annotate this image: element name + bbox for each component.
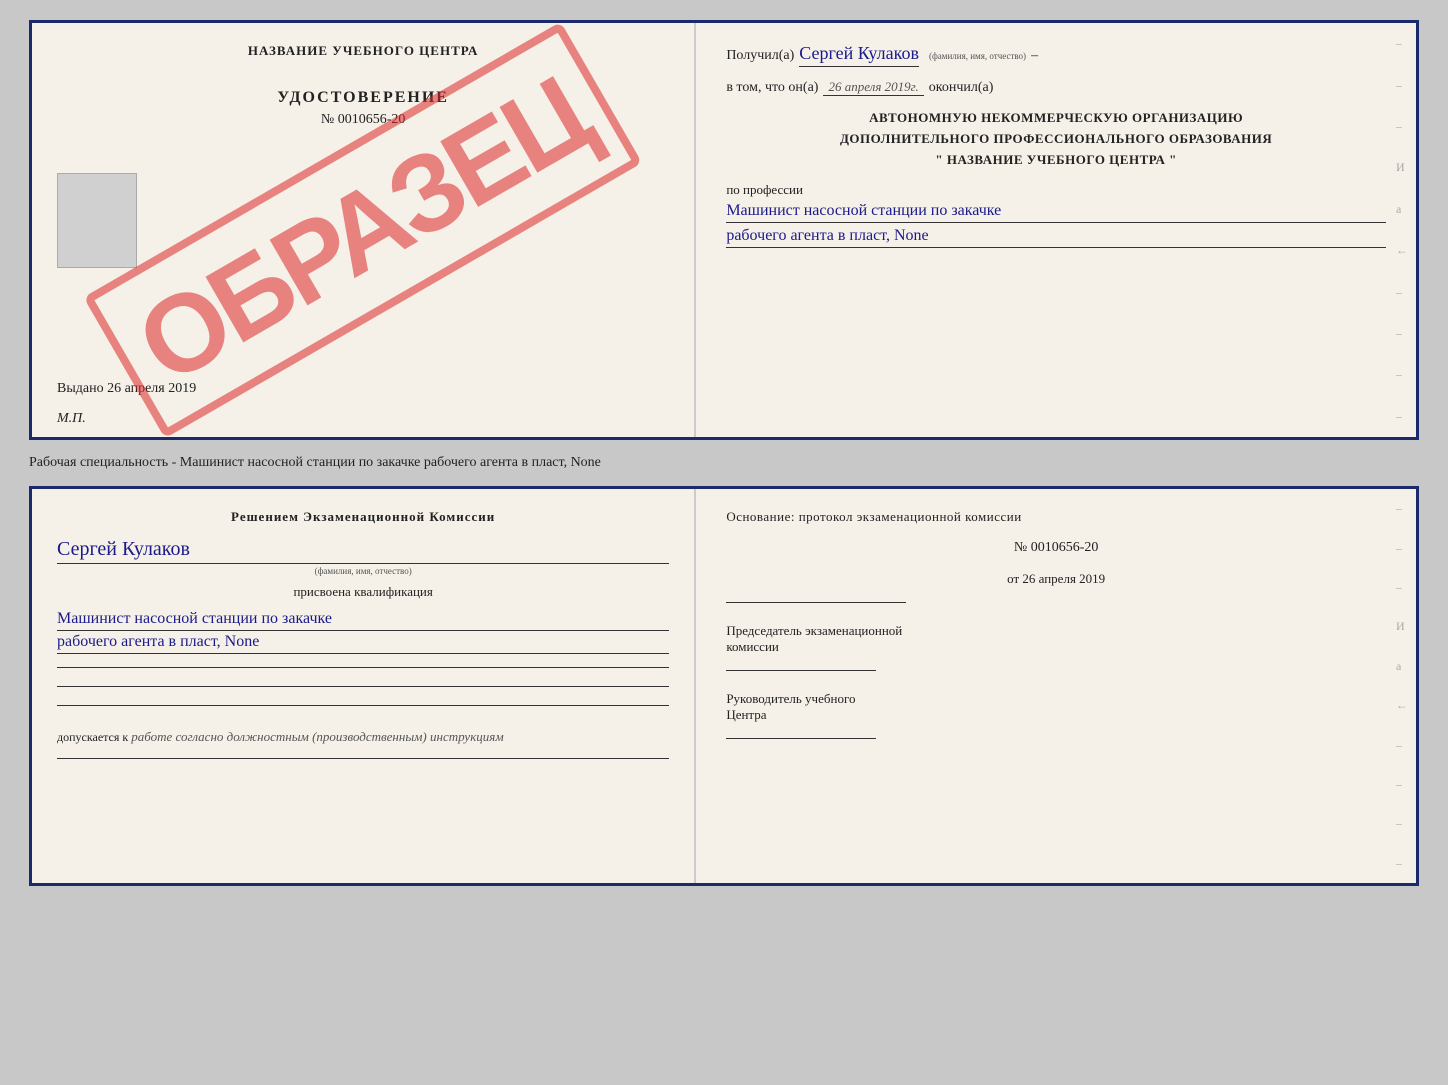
page-container: НАЗВАНИЕ УЧЕБНОГО ЦЕНТРА ОБРАЗЕЦ УДОСТОВ… [20, 20, 1428, 886]
udostoverenie-block: УДОСТОВЕРЕНИЕ № 0010656-20 [277, 89, 449, 128]
fio-hint-top: (фамилия, имя, отчество) [929, 51, 1026, 61]
right-dashes: –––Иа←–––– [1396, 23, 1408, 437]
photo-placeholder [57, 173, 137, 268]
udostoverenie-title: УДОСТОВЕРЕНИЕ [277, 89, 449, 107]
avto-line2: ДОПОЛНИТЕЛЬНОГО ПРОФЕССИОНАЛЬНОГО ОБРАЗО… [726, 129, 1386, 150]
vtom-line: в том, что он(а) 26 апреля 2019г. окончи… [726, 79, 1386, 96]
obrazec-stamp: ОБРАЗЕЦ [84, 22, 643, 439]
profession-line2: рабочего агента в пласт, None [726, 227, 1386, 248]
middle-label: Рабочая специальность - Машинист насосно… [29, 450, 1419, 476]
vydano-line: Выдано 26 апреля 2019 [57, 381, 196, 397]
bottom-left-panel: Решением экзаменационной комиссии Сергей… [32, 489, 696, 883]
top-right-panel: Получил(а) Сергей Кулаков (фамилия, имя,… [696, 23, 1416, 437]
bottom-right-panel: Основание: протокол экзаменационной коми… [696, 489, 1416, 883]
top-center-title: НАЗВАНИЕ УЧЕБНОГО ЦЕНТРА [248, 43, 479, 59]
qual-block: Машинист насосной станции по закачке раб… [57, 608, 669, 654]
ot-date: 26 апреля 2019 [1022, 571, 1105, 586]
ot-label: от [1007, 571, 1019, 586]
predsedatel-line1: Председатель экзаменационной [726, 623, 1386, 639]
top-left-panel: НАЗВАНИЕ УЧЕБНОГО ЦЕНТРА ОБРАЗЕЦ УДОСТОВ… [32, 23, 696, 437]
dopuskaetsya-block: допускается к работе согласно должностны… [57, 729, 669, 745]
separator-line-1 [57, 667, 669, 668]
po-professii-label: по профессии [726, 182, 1386, 198]
profession-line1: Машинист насосной станции по закачке [726, 202, 1386, 223]
separator-line-4 [57, 758, 669, 759]
rukovoditel-sign-line [726, 738, 876, 739]
avto-line3: " НАЗВАНИЕ УЧЕБНОГО ЦЕНТРА " [726, 150, 1386, 171]
avto-line1: АВТОНОМНУЮ НЕКОММЕРЧЕСКУЮ ОРГАНИЗАЦИЮ [726, 108, 1386, 129]
dash-separator: – [1031, 48, 1038, 64]
protokol-number: № 0010656-20 [726, 540, 1386, 556]
protokol-date: от 26 апреля 2019 [726, 571, 1386, 587]
poluchil-prefix: Получил(а) [726, 48, 794, 64]
bottom-name: Сергей Кулаков [57, 538, 669, 564]
bottom-name-block: Сергей Кулаков (фамилия, имя, отчество) [57, 538, 669, 576]
vtom-date: 26 апреля 2019г. [823, 79, 923, 96]
osnovanie-title: Основание: протокол экзаменационной коми… [726, 509, 1386, 525]
rukovoditel-line2: Центра [726, 707, 1386, 723]
dopusk-text: работе согласно должностным (производств… [131, 729, 503, 744]
separator-line-3 [57, 705, 669, 706]
predsedatel-sign-line [726, 670, 876, 671]
nomer-line: № 0010656-20 [277, 112, 449, 128]
qual-line2: рабочего агента в пласт, None [57, 633, 669, 654]
vtom-prefix: в том, что он(а) [726, 80, 818, 96]
rukovoditel-line1: Руководитель учебного [726, 691, 1386, 707]
rukovoditel-block: Руководитель учебного Центра [726, 691, 1386, 739]
reshenie-title: Решением экзаменационной комиссии [57, 509, 669, 525]
dopusk-prefix: допускается к [57, 730, 128, 744]
po-professii-block: по профессии Машинист насосной станции п… [726, 182, 1386, 248]
top-document: НАЗВАНИЕ УЧЕБНОГО ЦЕНТРА ОБРАЗЕЦ УДОСТОВ… [29, 20, 1419, 440]
mp-line: М.П. [57, 411, 86, 427]
bottom-document: Решением экзаменационной комиссии Сергей… [29, 486, 1419, 886]
avto-block: АВТОНОМНУЮ НЕКОММЕРЧЕСКУЮ ОРГАНИЗАЦИЮ ДО… [726, 108, 1386, 170]
qual-line1: Машинист насосной станции по закачке [57, 610, 669, 631]
poluchil-line: Получил(а) Сергей Кулаков (фамилия, имя,… [726, 43, 1386, 67]
predsedatel-line2: комиссии [726, 639, 1386, 655]
middle-label-text: Рабочая специальность - Машинист насосно… [29, 455, 601, 470]
okoncil-text: окончил(а) [929, 80, 994, 96]
poluchil-name: Сергей Кулаков [799, 43, 919, 67]
separator-line-2 [57, 686, 669, 687]
date-underline [726, 602, 906, 603]
right-dashes-bottom: –––Иа←–––– [1396, 489, 1408, 883]
bottom-fio-hint: (фамилия, имя, отчество) [57, 566, 669, 576]
predsedatel-block: Председатель экзаменационной комиссии [726, 623, 1386, 671]
prisvoena-text: присвоена квалификация [57, 584, 669, 600]
